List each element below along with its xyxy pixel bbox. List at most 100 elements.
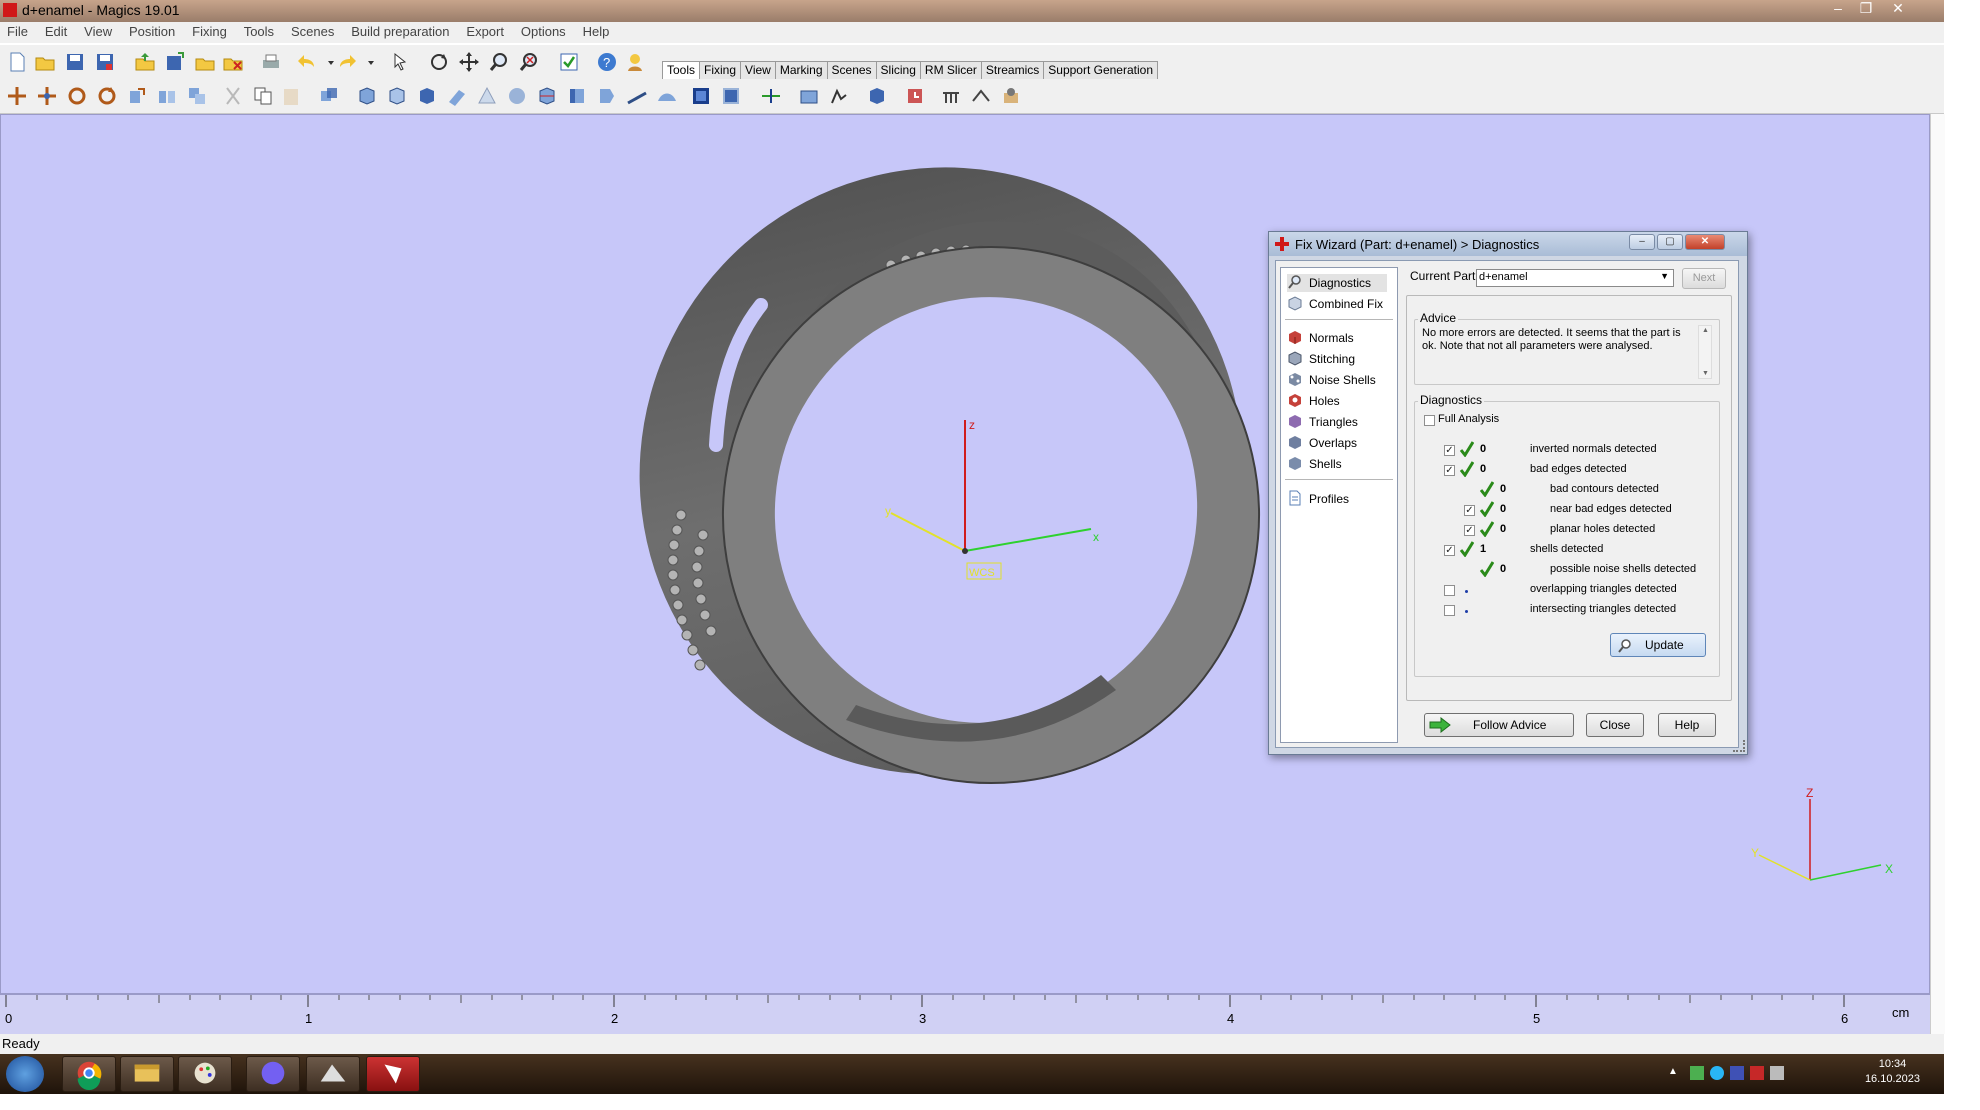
menu-position[interactable]: Position bbox=[122, 22, 181, 39]
tray-expand-icon[interactable]: ▲ bbox=[1668, 1066, 1678, 1077]
zoom-icon[interactable] bbox=[488, 51, 510, 73]
translate-to-default-icon[interactable] bbox=[36, 85, 58, 107]
menu-view[interactable]: View bbox=[77, 22, 118, 39]
scroll-up-icon[interactable]: ▲ bbox=[1702, 327, 1709, 334]
next-button[interactable]: Next bbox=[1682, 268, 1726, 289]
menu-tools[interactable]: Tools bbox=[237, 22, 280, 39]
open-folder-icon[interactable] bbox=[34, 51, 56, 73]
tab-fixing[interactable]: Fixing bbox=[699, 61, 742, 79]
import-part-icon[interactable] bbox=[194, 51, 216, 73]
nav-diagnostics[interactable]: Diagnostics bbox=[1287, 274, 1387, 292]
tab-support-generation[interactable]: Support Generation bbox=[1043, 61, 1159, 79]
full-analysis-checkbox[interactable] bbox=[1424, 415, 1435, 426]
tab-marking[interactable]: Marking bbox=[774, 61, 828, 79]
menu-edit[interactable]: Edit bbox=[38, 22, 73, 39]
menu-export[interactable]: Export bbox=[459, 22, 510, 39]
dialog-close-button[interactable]: ✕ bbox=[1685, 234, 1725, 250]
menu-scenes[interactable]: Scenes bbox=[284, 22, 340, 39]
overlapping-triangles-checkbox[interactable] bbox=[1444, 585, 1455, 596]
redo-dropdown-icon[interactable] bbox=[360, 51, 374, 73]
select-part-icon[interactable] bbox=[390, 51, 412, 73]
rescale-icon[interactable] bbox=[126, 85, 148, 107]
support-pattern-icon[interactable] bbox=[970, 85, 992, 107]
paste-icon[interactable] bbox=[280, 85, 302, 107]
paint-taskbar-icon[interactable] bbox=[178, 1056, 232, 1092]
planar-holes-checkbox[interactable]: ✓ bbox=[1464, 525, 1475, 536]
tab-scenes[interactable]: Scenes bbox=[826, 61, 877, 79]
print-icon[interactable] bbox=[260, 51, 282, 73]
wireframe-view-icon[interactable] bbox=[690, 85, 712, 107]
taskbar-clock[interactable]: 10:34 16.10.2023 bbox=[1865, 1057, 1920, 1087]
maximize-window-button[interactable]: ❐ bbox=[1852, 0, 1880, 18]
interactive-rotate-icon[interactable] bbox=[96, 85, 118, 107]
section-icon[interactable] bbox=[536, 85, 558, 107]
menu-build-preparation[interactable]: Build preparation bbox=[344, 22, 455, 39]
undo-icon[interactable] bbox=[296, 51, 318, 73]
dialog-minimize-button[interactable]: – bbox=[1629, 234, 1655, 250]
close-button[interactable]: Close bbox=[1586, 713, 1644, 737]
follow-advice-button[interactable]: Follow Advice bbox=[1424, 713, 1574, 737]
save-icon[interactable] bbox=[64, 51, 86, 73]
tab-rm-slicer[interactable]: RM Slicer bbox=[919, 61, 982, 79]
nesting-icon[interactable] bbox=[866, 85, 888, 107]
undo-dropdown-icon[interactable] bbox=[320, 51, 334, 73]
menu-options[interactable]: Options bbox=[514, 22, 572, 39]
chrome-taskbar-icon[interactable] bbox=[62, 1056, 116, 1092]
fix-wizard-icon[interactable] bbox=[558, 51, 580, 73]
tray-network-icon[interactable] bbox=[1690, 1066, 1704, 1080]
cad-app-taskbar-icon[interactable] bbox=[306, 1056, 360, 1092]
rotate-part-icon[interactable] bbox=[66, 85, 88, 107]
magics-taskbar-icon[interactable] bbox=[366, 1056, 420, 1092]
tab-streamics[interactable]: Streamics bbox=[980, 61, 1045, 79]
help-icon[interactable]: ? bbox=[596, 51, 618, 73]
save-as-icon[interactable] bbox=[94, 51, 116, 73]
hollow-part-icon[interactable] bbox=[356, 85, 378, 107]
inverted-normals-checkbox[interactable]: ✓ bbox=[1444, 445, 1455, 456]
advice-scrollbar[interactable]: ▲ ▼ bbox=[1698, 325, 1712, 379]
resize-grip[interactable] bbox=[1733, 740, 1745, 752]
near-bad-edges-checkbox[interactable]: ✓ bbox=[1464, 505, 1475, 516]
measure-icon[interactable] bbox=[626, 85, 648, 107]
minimize-window-button[interactable]: – bbox=[1824, 0, 1852, 18]
close-window-button[interactable]: ✕ bbox=[1884, 0, 1912, 18]
build-time-icon[interactable] bbox=[904, 85, 926, 107]
load-part-icon[interactable] bbox=[134, 51, 156, 73]
save-part-icon[interactable] bbox=[164, 51, 186, 73]
tray-action-center-icon[interactable] bbox=[1750, 1066, 1764, 1080]
menu-fixing[interactable]: Fixing bbox=[185, 22, 233, 39]
viber-taskbar-icon[interactable] bbox=[246, 1056, 300, 1092]
duplicate-icon[interactable] bbox=[186, 85, 208, 107]
rotate-view-icon[interactable] bbox=[428, 51, 450, 73]
current-part-select[interactable]: d+enamel ▼ bbox=[1476, 269, 1674, 287]
shaded-view-icon[interactable] bbox=[720, 85, 742, 107]
cut-icon[interactable] bbox=[222, 85, 244, 107]
smooth-icon[interactable] bbox=[506, 85, 528, 107]
viewport-side-scrollbar[interactable] bbox=[1930, 114, 1945, 1034]
pan-view-icon[interactable] bbox=[458, 51, 480, 73]
translate-part-icon[interactable] bbox=[6, 85, 28, 107]
part-box-icon[interactable] bbox=[566, 85, 588, 107]
boolean-icon[interactable] bbox=[318, 85, 340, 107]
offset-icon[interactable] bbox=[416, 85, 438, 107]
platform-icon[interactable] bbox=[798, 85, 820, 107]
zoom-window-icon[interactable] bbox=[518, 51, 540, 73]
tab-slicing[interactable]: Slicing bbox=[875, 61, 921, 79]
tray-language-icon[interactable] bbox=[1730, 1066, 1744, 1080]
context-help-icon[interactable] bbox=[624, 51, 646, 73]
extrude-icon[interactable] bbox=[386, 85, 408, 107]
help-button[interactable]: Help bbox=[1658, 713, 1716, 737]
surface-icon[interactable] bbox=[656, 85, 678, 107]
mirror-icon[interactable] bbox=[156, 85, 178, 107]
tab-tools[interactable]: Tools bbox=[662, 61, 701, 79]
tab-view[interactable]: View bbox=[740, 61, 776, 79]
file-explorer-taskbar-icon[interactable] bbox=[120, 1056, 174, 1092]
menu-file[interactable]: File bbox=[0, 22, 34, 39]
export-platform-icon[interactable] bbox=[1000, 85, 1022, 107]
tray-app-icon[interactable] bbox=[1710, 1066, 1724, 1080]
menu-help[interactable]: Help bbox=[576, 22, 616, 39]
align-parts-icon[interactable] bbox=[760, 85, 782, 107]
shells-checkbox[interactable]: ✓ bbox=[1444, 545, 1455, 556]
dialog-maximize-button[interactable]: ▢ bbox=[1657, 234, 1683, 250]
generate-support-icon[interactable] bbox=[940, 85, 962, 107]
copy-icon[interactable] bbox=[252, 85, 274, 107]
